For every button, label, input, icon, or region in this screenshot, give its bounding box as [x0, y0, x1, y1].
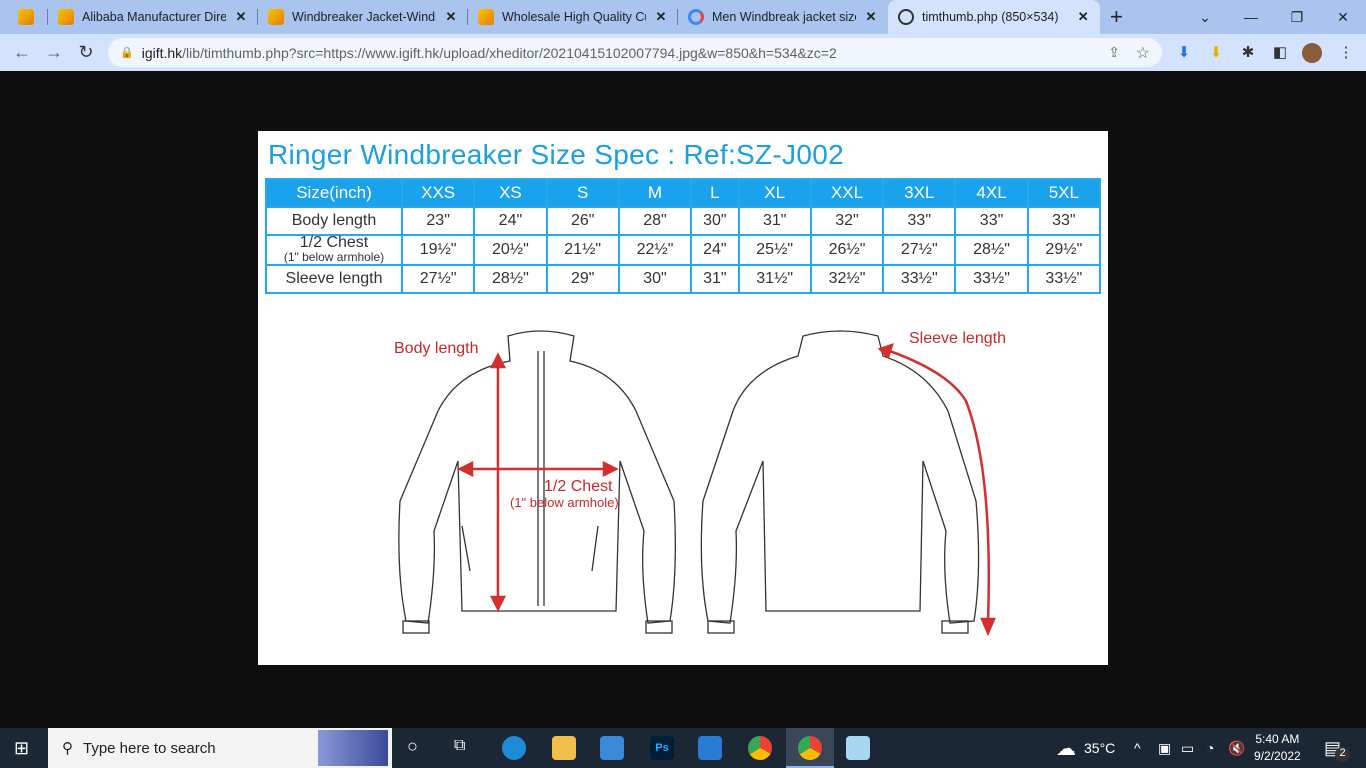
tab-search-icon[interactable]: ⌄	[1182, 0, 1228, 34]
clock[interactable]: 5:40 AM 9/2/2022	[1254, 728, 1301, 768]
browser-toolbar: ← → ↻ 🔒 igift.hk/lib/timthumb.php?src=ht…	[0, 34, 1366, 71]
reload-button[interactable]: ↻	[70, 42, 102, 63]
size-table: Size(inch) XXS XS S M L XL XXL 3XL 4XL 5XL Body le…	[265, 178, 1102, 294]
alibaba-icon	[478, 9, 494, 25]
photoshop-icon[interactable]: Ps	[650, 736, 674, 760]
back-jacket-drawing	[700, 330, 980, 634]
tab-strip: Alibaba Manufacturer Direc ✕ Windbreaker …	[0, 0, 1366, 34]
notepad-app-icon[interactable]	[846, 736, 870, 760]
alibaba-icon	[268, 9, 284, 25]
tab-active[interactable]: timthumb.php (850×534) ✕	[888, 0, 1100, 34]
bookmark-star-icon[interactable]: ☆	[1136, 43, 1150, 63]
side-panel-icon[interactable]: ◧	[1270, 43, 1290, 63]
sleeve-length-label: Sleeve length	[909, 330, 1006, 347]
taskbar-search-box[interactable]: ⚲ Type here to search	[48, 728, 392, 768]
table-row: 1/2 Chest (1" below armhole) 19½" 20½" 21½"…	[265, 234, 1102, 266]
restore-button[interactable]: ❐	[1274, 0, 1320, 34]
chrome-icon	[798, 736, 822, 760]
volume-muted-icon[interactable]: 🔇	[1228, 728, 1245, 768]
table-row: Sleeve length 27½" 28½" 29" 30" 31" 31½" 32½" 3…	[265, 264, 1102, 294]
close-tab-icon[interactable]: ✕	[444, 9, 458, 25]
close-tab-icon[interactable]: ✕	[1076, 9, 1090, 25]
google-icon	[688, 9, 704, 25]
body-length-label: Body length	[394, 340, 479, 357]
measurement-arrows	[457, 343, 996, 637]
edge-icon[interactable]	[502, 736, 526, 760]
file-explorer-icon[interactable]	[552, 736, 576, 760]
size-chart-image: Ringer Windbreaker Size Spec : Ref:SZ-J0…	[258, 131, 1108, 665]
close-tab-icon[interactable]: ✕	[234, 9, 248, 25]
address-bar[interactable]: 🔒 igift.hk/lib/timthumb.php?src=https://…	[108, 38, 1162, 67]
tab[interactable]: Men Windbreak jacket size ✕	[678, 0, 888, 34]
battery-icon[interactable]: ▭	[1181, 728, 1194, 768]
search-highlight-image	[318, 730, 388, 766]
windows-start-icon[interactable]: ⊞	[14, 738, 29, 759]
tab[interactable]: Alibaba Manufacturer Direc ✕	[48, 0, 258, 34]
profile-avatar[interactable]	[1302, 43, 1322, 63]
table-header-row: Size(inch) XXS XS S M L XL XXL 3XL 4XL 5XL	[265, 178, 1102, 208]
cloud-icon: ☁	[1056, 737, 1076, 760]
forward-button[interactable]: →	[38, 42, 70, 63]
wifi-icon[interactable]: ◔	[1206, 728, 1214, 768]
windows-taskbar: ⊞ ⚲ Type here to search ○ ⧉ Ps ☁ 35°C ^ ▣…	[0, 728, 1366, 768]
chest-sublabel: (1" below armhole)	[510, 495, 619, 510]
extension-download-icon[interactable]: ⬇	[1174, 43, 1194, 63]
mail-icon[interactable]	[698, 736, 722, 760]
share-icon[interactable]: ⇪	[1108, 44, 1120, 61]
alibaba-icon	[18, 9, 34, 25]
chest-label: 1/2 Chest	[544, 478, 613, 495]
chrome-active-app[interactable]	[786, 728, 834, 768]
cortana-icon[interactable]: ○	[407, 736, 418, 757]
search-icon: ⚲	[62, 740, 73, 757]
task-view-icon[interactable]: ⧉	[454, 737, 465, 755]
tab[interactable]: Windbreaker Jacket-Windb ✕	[258, 0, 468, 34]
minimize-button[interactable]: —	[1228, 0, 1274, 34]
notification-center-button[interactable]: ▤ 2	[1324, 728, 1351, 768]
globe-icon	[898, 9, 914, 25]
size-spec-title: Ringer Windbreaker Size Spec : Ref:SZ-J0…	[268, 139, 844, 170]
close-tab-icon[interactable]: ✕	[864, 9, 878, 25]
chrome-icon[interactable]	[748, 736, 772, 760]
table-row: Body length 23" 24" 26" 28" 30" 31" 32" 33" 33" 3…	[265, 206, 1102, 236]
front-jacket-drawing	[398, 330, 676, 634]
menu-icon[interactable]: ⋮	[1336, 43, 1356, 63]
tray-chevron-icon[interactable]: ^	[1134, 728, 1141, 768]
lock-icon: 🔒	[120, 47, 134, 59]
download-icon[interactable]: ⬇	[1206, 43, 1226, 63]
meet-icon[interactable]: ▣	[1158, 728, 1171, 768]
tab[interactable]: Wholesale High Quality Cus ✕	[468, 0, 678, 34]
pinned-tab[interactable]	[0, 0, 48, 34]
close-window-button[interactable]: ✕	[1320, 0, 1366, 34]
back-button[interactable]: ←	[6, 42, 38, 63]
weather-widget[interactable]: ☁ 35°C	[1056, 728, 1115, 768]
alibaba-icon	[58, 9, 74, 25]
store-icon[interactable]	[600, 736, 624, 760]
extensions-puzzle-icon[interactable]: ✱	[1238, 43, 1258, 63]
close-tab-icon[interactable]: ✕	[654, 9, 668, 25]
new-tab-button[interactable]: +	[1100, 0, 1133, 34]
